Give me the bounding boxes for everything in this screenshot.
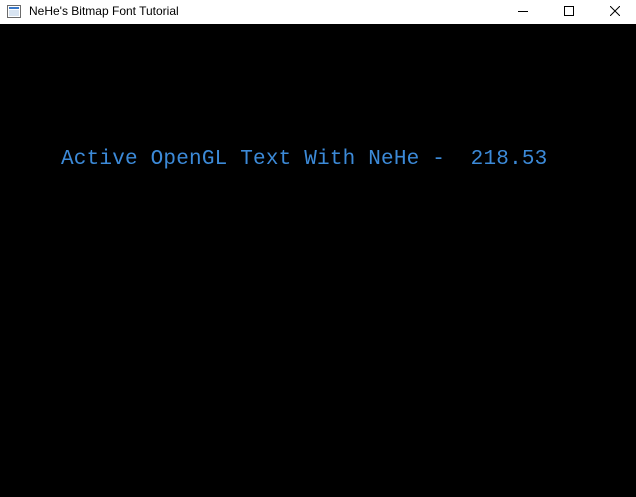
minimize-button[interactable] bbox=[500, 0, 546, 22]
app-window: NeHe's Bitmap Font Tutorial Active OpenG… bbox=[0, 0, 636, 497]
close-icon bbox=[610, 6, 620, 16]
maximize-button[interactable] bbox=[546, 0, 592, 22]
opengl-bitmap-text: Active OpenGL Text With NeHe - 218.53 bbox=[61, 148, 548, 171]
close-button[interactable] bbox=[592, 0, 636, 22]
title-bar[interactable]: NeHe's Bitmap Font Tutorial bbox=[0, 0, 636, 24]
app-window-icon[interactable] bbox=[7, 5, 21, 18]
minimize-icon bbox=[518, 6, 528, 16]
window-title: NeHe's Bitmap Font Tutorial bbox=[29, 4, 179, 18]
maximize-icon bbox=[564, 6, 574, 16]
opengl-canvas[interactable]: Active OpenGL Text With NeHe - 218.53 bbox=[0, 24, 636, 497]
